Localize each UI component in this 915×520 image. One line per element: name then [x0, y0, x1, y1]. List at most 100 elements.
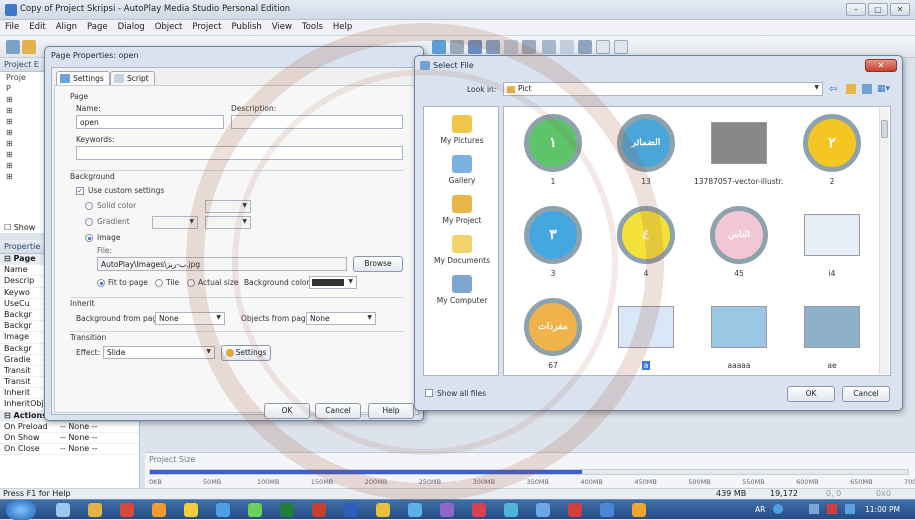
menu-project[interactable]: Project: [187, 20, 226, 34]
show-all-files-checkbox[interactable]: Show all files: [425, 388, 505, 400]
volume-icon[interactable]: [845, 504, 855, 514]
show-checkbox[interactable]: ☐ Show: [4, 223, 35, 232]
table-tool-icon[interactable]: [560, 40, 574, 54]
minimize-icon[interactable]: –: [846, 3, 866, 16]
menu-align[interactable]: Align: [51, 20, 82, 34]
app-icon-16[interactable]: [536, 503, 550, 517]
description-field[interactable]: [231, 115, 403, 129]
gradient-end-picker[interactable]: [205, 216, 251, 229]
view-menu-icon[interactable]: ▦▾: [877, 84, 890, 94]
autoplay-icon[interactable]: [408, 503, 422, 517]
solid-color-picker[interactable]: [205, 200, 251, 213]
clock[interactable]: 11:00 PM: [865, 505, 900, 514]
tab-script[interactable]: Script: [110, 71, 155, 85]
language-indicator[interactable]: AR: [755, 505, 765, 514]
name-field[interactable]: open: [76, 115, 224, 129]
menu-edit[interactable]: Edit: [24, 20, 50, 34]
word-icon[interactable]: [344, 503, 358, 517]
firefox-icon[interactable]: [152, 503, 166, 517]
place-my-computer[interactable]: My Computer: [424, 275, 500, 305]
file-thumbnail[interactable]: aaaaa: [694, 297, 784, 370]
new-folder-icon[interactable]: [862, 84, 872, 94]
back-icon[interactable]: ⇦: [829, 84, 837, 95]
radio-tool-icon[interactable]: [486, 40, 500, 54]
image-file-field[interactable]: AutoPlay\Images\ب-ريز.jpg: [97, 257, 347, 271]
close-icon[interactable]: ✕: [890, 3, 910, 16]
action-row-preload[interactable]: On Preload -- None --: [0, 422, 139, 433]
tab-settings[interactable]: Settings: [56, 71, 110, 85]
place-my-documents[interactable]: My Documents: [424, 235, 500, 265]
network-icon[interactable]: [809, 504, 819, 514]
app-icon-6[interactable]: [216, 503, 230, 517]
bg-from-page-select[interactable]: None: [155, 312, 225, 325]
list-tool-icon[interactable]: [522, 40, 536, 54]
file-thumbnail[interactable]: 13787057-vector-illustr...: [694, 113, 784, 186]
obj-from-page-select[interactable]: None: [306, 312, 376, 325]
file-thumbnail[interactable]: a: [601, 297, 691, 372]
app-icon-14[interactable]: [472, 503, 486, 517]
place-gallery[interactable]: Gallery: [424, 155, 500, 185]
folder-icon[interactable]: [88, 503, 102, 517]
menu-dialog[interactable]: Dialog: [113, 20, 150, 34]
scroll-thumb[interactable]: [881, 120, 888, 138]
vertical-scrollbar[interactable]: [879, 108, 889, 374]
explorer-icon[interactable]: [56, 503, 70, 517]
file-thumbnail[interactable]: مفردات 67: [508, 297, 598, 370]
input-tool-icon[interactable]: [504, 40, 518, 54]
sf-cancel-button[interactable]: Cancel: [842, 386, 890, 402]
action-row-close[interactable]: On Close -- None --: [0, 444, 139, 456]
cancel-button[interactable]: Cancel: [315, 403, 361, 419]
keywords-field[interactable]: [76, 146, 403, 160]
menu-object[interactable]: Object: [150, 20, 188, 34]
powerpoint-icon[interactable]: [312, 503, 326, 517]
ok-button[interactable]: OK: [264, 403, 310, 419]
menu-page[interactable]: Page: [82, 20, 113, 34]
actual-size-radio[interactable]: Actual size: [187, 277, 238, 289]
menu-file[interactable]: File: [0, 20, 24, 34]
look-in-select[interactable]: Pict: [503, 82, 823, 96]
pen-tool-icon[interactable]: [614, 40, 628, 54]
place-my-project[interactable]: My Project: [424, 195, 500, 225]
file-thumbnail[interactable]: ٤4: [601, 205, 691, 278]
menu-publish[interactable]: Publish: [226, 20, 266, 34]
close-icon[interactable]: ✕: [865, 59, 897, 72]
gradient-start-picker[interactable]: [152, 216, 198, 229]
slideshow-tool-icon[interactable]: [578, 40, 592, 54]
tray-app-icon[interactable]: [827, 504, 837, 514]
menu-help[interactable]: Help: [328, 20, 357, 34]
file-thumbnail[interactable]: i4: [787, 205, 877, 278]
file-thumbnail[interactable]: ae: [787, 297, 877, 370]
object-icon[interactable]: [432, 40, 446, 54]
fit-to-page-radio[interactable]: Fit to page: [97, 277, 148, 289]
app-icon-19[interactable]: [632, 503, 646, 517]
action-row-show[interactable]: On Show -- None --: [0, 433, 139, 445]
maximize-icon[interactable]: ▢: [868, 3, 888, 16]
file-thumbnail[interactable]: ٣3: [508, 205, 598, 278]
help-button[interactable]: Help: [368, 403, 414, 419]
up-folder-icon[interactable]: [846, 84, 856, 94]
grid-tool-icon[interactable]: [542, 40, 556, 54]
browse-button[interactable]: Browse: [353, 256, 403, 272]
app-icon-7[interactable]: [248, 503, 262, 517]
start-button[interactable]: [6, 500, 36, 520]
file-thumbnail[interactable]: الضمائر 13: [601, 113, 691, 186]
media-icon[interactable]: [120, 503, 134, 517]
label-icon[interactable]: [450, 40, 464, 54]
transition-settings-button[interactable]: Settings: [221, 345, 271, 361]
app-icon-11[interactable]: [376, 503, 390, 517]
place-my-pictures[interactable]: My Pictures: [424, 115, 500, 145]
effect-select[interactable]: Slide: [103, 346, 215, 359]
file-thumbnail[interactable]: ١1: [508, 113, 598, 186]
image-radio[interactable]: Image: [85, 232, 165, 244]
excel-icon[interactable]: [280, 503, 294, 517]
app-icon-18[interactable]: [600, 503, 614, 517]
file-thumbnail[interactable]: ٢2: [787, 113, 877, 186]
checkbox-tool-icon[interactable]: [468, 40, 482, 54]
bg-color-picker[interactable]: [309, 276, 357, 289]
menu-tools[interactable]: Tools: [297, 20, 328, 34]
menu-view[interactable]: View: [267, 20, 297, 34]
file-thumbnail[interactable]: الناس 45: [694, 205, 784, 278]
use-custom-checkbox[interactable]: ✓: [76, 187, 84, 195]
undo-icon[interactable]: [6, 40, 20, 54]
app-icon-17[interactable]: [568, 503, 582, 517]
